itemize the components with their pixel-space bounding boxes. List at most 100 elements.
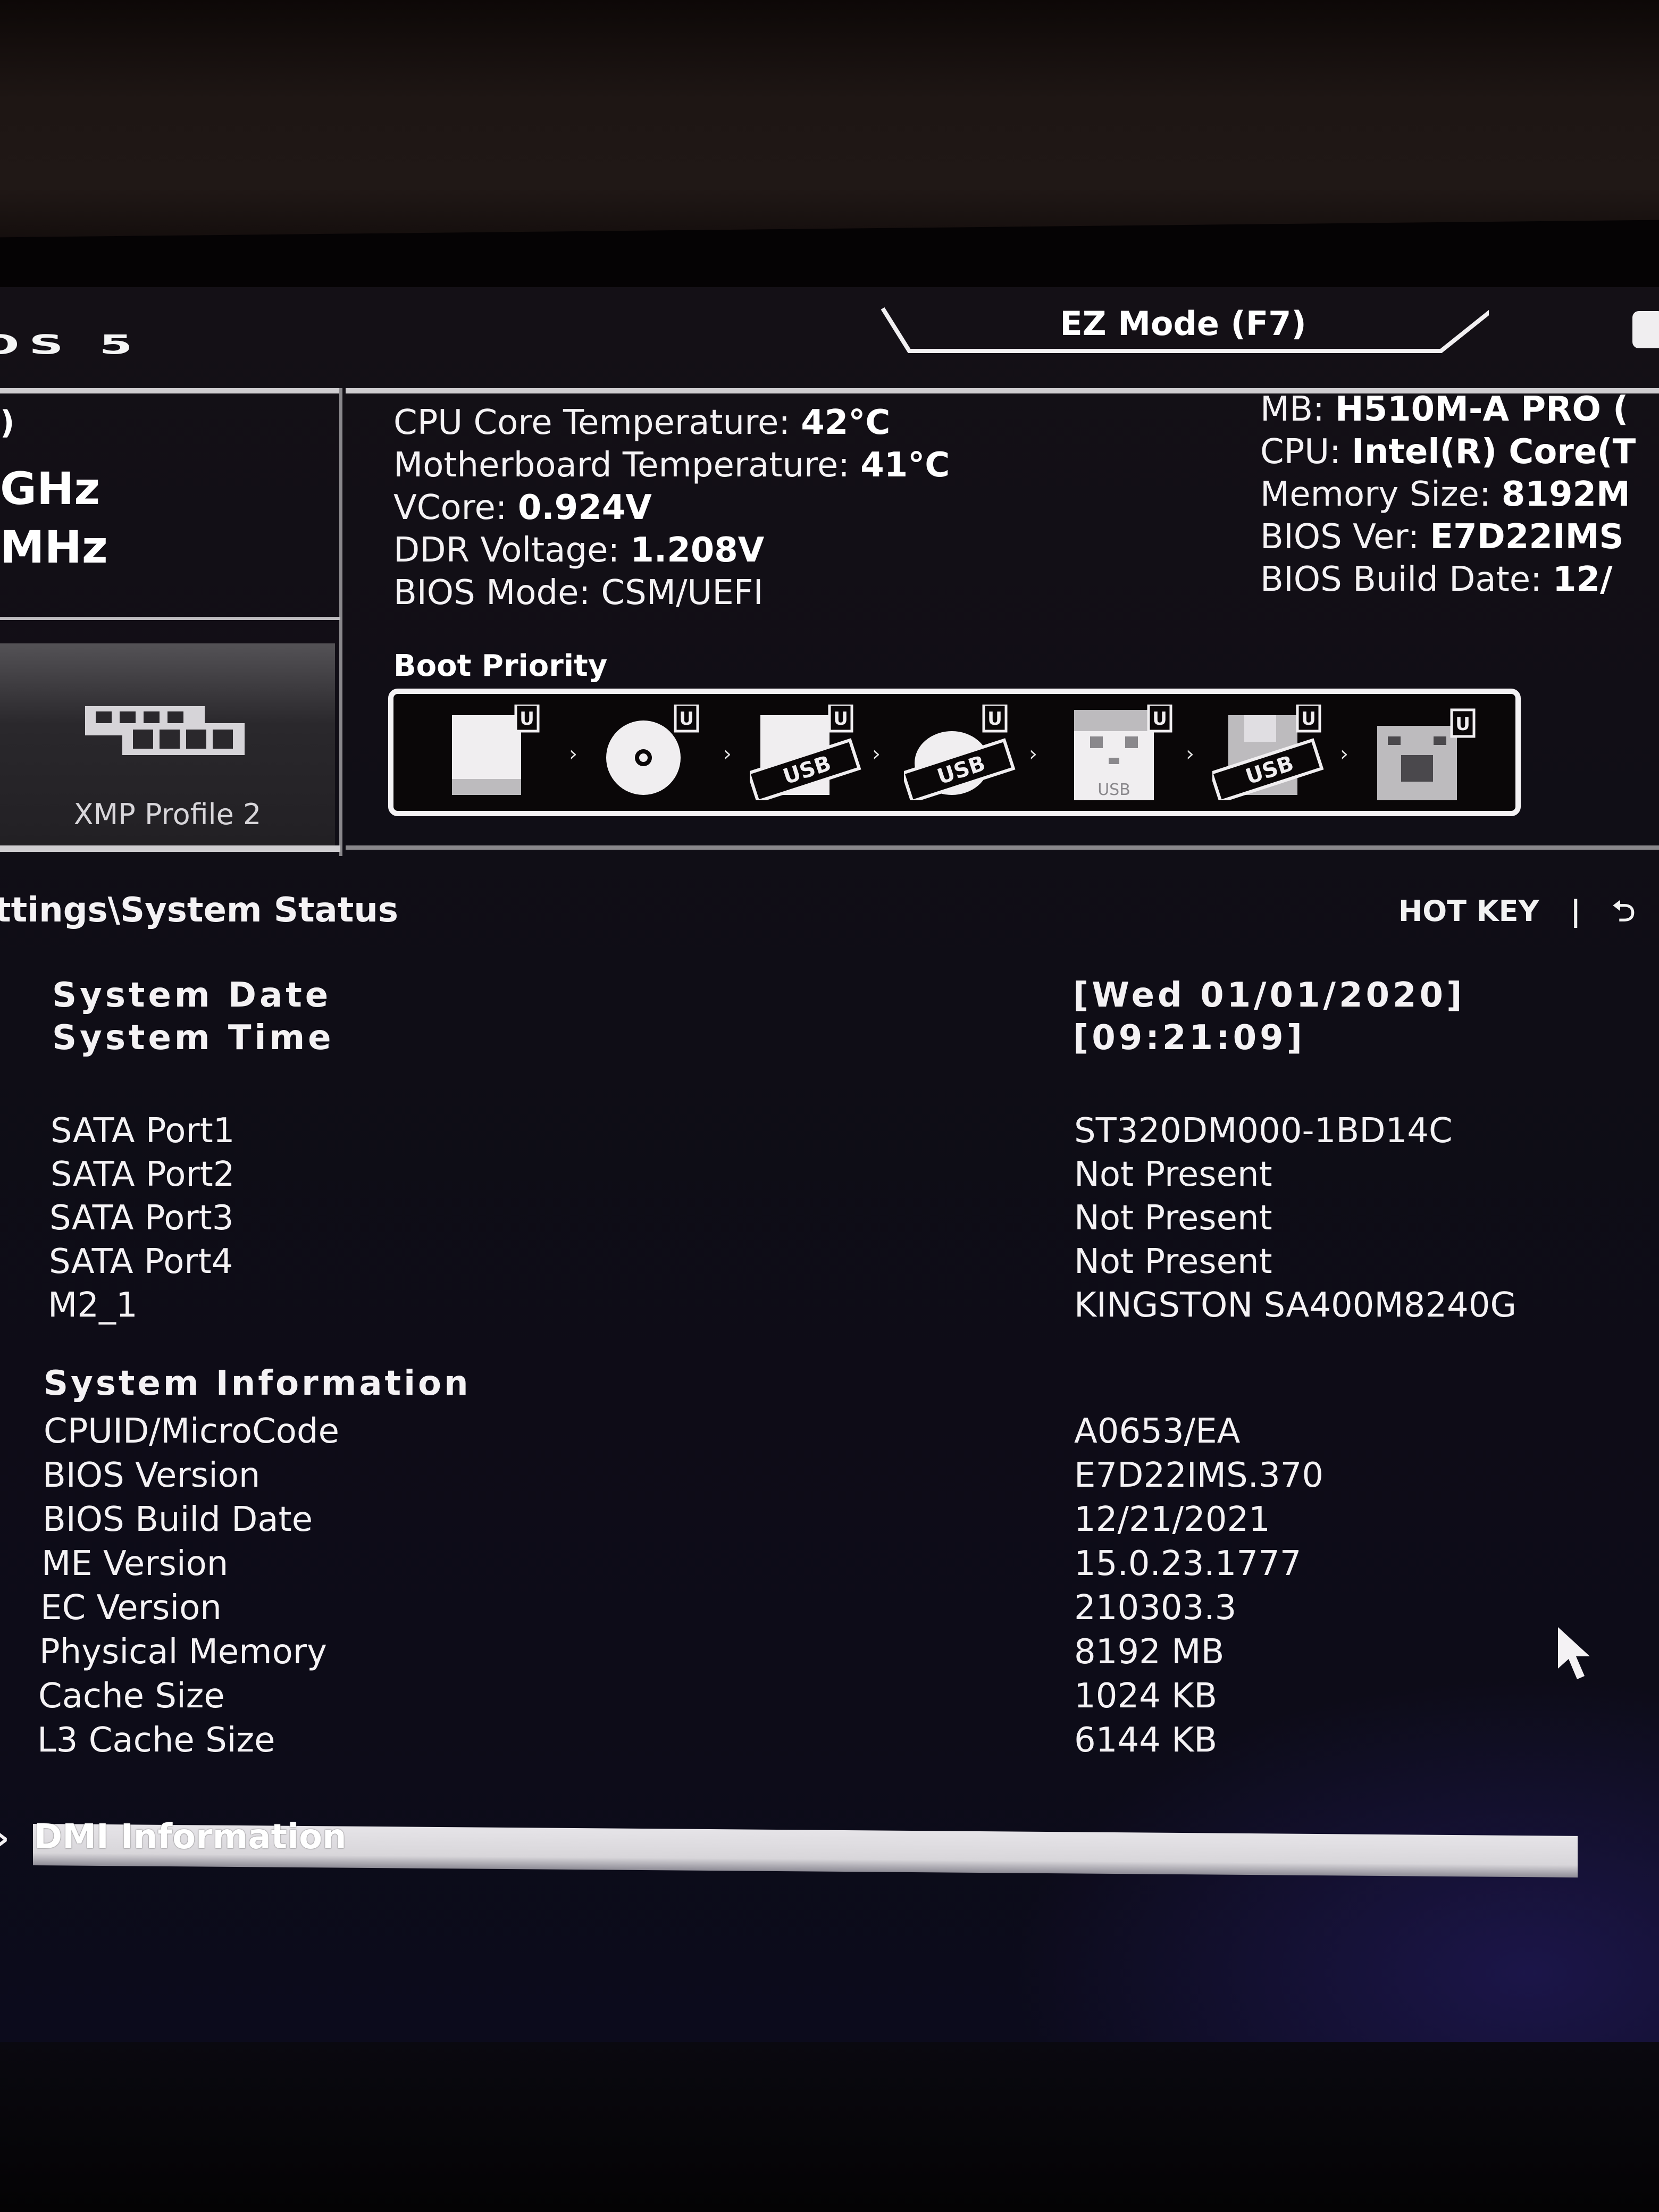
xmp-profile-button[interactable]: XMP Profile 2 <box>0 643 335 845</box>
storage-port-value: Not Present <box>1074 1242 1272 1281</box>
storage-port-label: SATA Port1 <box>51 1111 235 1151</box>
breadcrumb: ttings\System Status <box>0 891 398 930</box>
back-arrow-icon[interactable]: ⮌ <box>1612 894 1635 928</box>
hardware-monitor-summary: CPU Core Temperature: 42°C Motherboard T… <box>393 401 950 614</box>
sysinfo-label: EC Version <box>40 1588 222 1628</box>
divider <box>0 845 340 852</box>
storage-port-label: SATA Port2 <box>51 1155 235 1194</box>
sysinfo-label: Physical Memory <box>39 1632 327 1672</box>
sysinfo-label: BIOS Version <box>43 1456 261 1495</box>
svg-text:U: U <box>1152 708 1167 730</box>
sysinfo-label: Cache Size <box>38 1677 225 1716</box>
ddr-voltage: DDR Voltage: 1.208V <box>393 531 765 570</box>
memory-size: Memory Size: 8192M <box>1260 475 1630 514</box>
network-icon: U <box>1377 708 1476 800</box>
storage-port-label: SATA Port3 <box>49 1199 234 1238</box>
boot-priority-title: Boot Priority <box>393 649 608 683</box>
storage-port-label: M2_1 <box>48 1286 138 1325</box>
bios-version: BIOS Ver: E7D22IMS <box>1260 517 1624 557</box>
sysinfo-value: 210303.3 <box>1074 1588 1237 1628</box>
submenu-arrow-icon: › <box>0 1819 10 1857</box>
bios-mode: BIOS Mode: CSM/UEFI <box>393 573 764 613</box>
sysinfo-label: ME Version <box>41 1544 229 1583</box>
boot-order-arrow: › <box>1340 742 1348 766</box>
cpu-model: CPU: Intel(R) Core(T <box>1260 432 1636 472</box>
sysinfo-value: E7D22IMS.370 <box>1074 1456 1324 1495</box>
system-time-value[interactable]: [09:21:09] <box>1073 1018 1305 1058</box>
sysinfo-value: A0653/EA <box>1074 1412 1241 1451</box>
system-summary: MB: H510M-A PRO ( CPU: Intel(R) Core(T M… <box>1260 388 1636 601</box>
system-date-label: System Date <box>52 976 332 1015</box>
sysinfo-label: CPUID/MicroCode <box>44 1412 339 1451</box>
xmp-profile-label: XMP Profile 2 <box>73 798 262 831</box>
storage-port-value: Not Present <box>1074 1155 1272 1194</box>
boot-order-arrow: › <box>569 742 577 766</box>
top-right-button[interactable] <box>1632 311 1659 348</box>
boot-priority-bar: U › U › USB U › USB U › USB U › USB U › … <box>388 689 1521 816</box>
sysinfo-label: BIOS Build Date <box>43 1500 313 1539</box>
hotkey-bar: HOT KEY | ⮌ <box>1398 891 1656 940</box>
ddr-speed-unit: MHz <box>0 521 108 573</box>
boot-order-arrow: › <box>1029 742 1037 766</box>
svg-text:U: U <box>1301 708 1316 730</box>
svg-text:U: U <box>987 708 1002 730</box>
dmi-information-label[interactable]: DMI Information <box>34 1817 347 1857</box>
bios-logo: OS 5 <box>0 330 143 361</box>
divider <box>339 388 342 856</box>
boot-order-arrow: › <box>872 742 881 766</box>
bios-build-date: BIOS Build Date: 12/ <box>1260 560 1613 599</box>
boot-order-arrow: › <box>723 742 732 766</box>
sysinfo-value: 12/21/2021 <box>1074 1500 1270 1539</box>
motherboard-model: MB: H510M-A PRO ( <box>1260 390 1629 429</box>
system-information-title: System Information <box>44 1364 471 1403</box>
system-time-label: System Time <box>52 1018 334 1058</box>
vcore-voltage: VCore: 0.924V <box>393 488 652 527</box>
usb-floppy-icon: USB U <box>1209 703 1324 803</box>
speed-panel: ) GHz MHz XMP Profile 2 <box>0 388 342 856</box>
divider <box>346 845 1659 850</box>
boot-device-2[interactable]: U <box>601 703 707 800</box>
storage-port-value: Not Present <box>1074 1199 1272 1238</box>
divider <box>0 388 340 393</box>
memory-module-icon <box>85 706 245 755</box>
motherboard-temperature: Motherboard Temperature: 41°C <box>393 446 950 485</box>
usb-optical-disc-icon: USB U <box>901 703 1016 803</box>
hotkey-button[interactable]: HOT KEY <box>1398 894 1539 928</box>
cpu-core-temperature: CPU Core Temperature: 42°C <box>393 403 891 442</box>
optical-disc-icon: U <box>606 703 699 795</box>
system-date-value[interactable]: [Wed 01/01/2020] <box>1073 976 1465 1015</box>
sysinfo-value: 8192 MB <box>1074 1632 1225 1672</box>
mouse-cursor-icon <box>1558 1627 1590 1679</box>
boot-device-1[interactable]: U <box>447 703 553 800</box>
cpu-speed-label-fragment: ) <box>0 404 15 441</box>
hotkey-separator: | <box>1570 894 1581 928</box>
hard-drive-icon: U <box>452 703 540 795</box>
usb-key-icon: USB U <box>1074 703 1172 800</box>
svg-text:U: U <box>679 708 694 730</box>
cpu-speed-unit: GHz <box>0 463 100 515</box>
storage-port-label: SATA Port4 <box>49 1242 233 1281</box>
svg-text:U: U <box>833 708 848 730</box>
boot-device-4[interactable]: USB U <box>901 703 1016 803</box>
svg-text:U: U <box>520 708 534 730</box>
sysinfo-value: 6144 KB <box>1074 1721 1218 1760</box>
ez-mode-label: EZ Mode (F7) <box>1060 304 1306 343</box>
sysinfo-value: 1024 KB <box>1074 1677 1218 1716</box>
storage-port-value: KINGSTON SA400M8240G <box>1074 1286 1517 1325</box>
ez-mode-button[interactable]: EZ Mode (F7) <box>877 298 1489 356</box>
boot-device-3[interactable]: USB U <box>747 703 861 803</box>
boot-device-6[interactable]: USB U <box>1209 703 1324 803</box>
background-wall <box>0 0 1659 250</box>
usb-hard-drive-icon: USB U <box>747 703 861 803</box>
boot-device-5[interactable]: USB U <box>1058 703 1172 800</box>
info-panel: CPU Core Temperature: 42°C Motherboard T… <box>346 388 1659 856</box>
boot-order-arrow: › <box>1186 742 1194 766</box>
sysinfo-value: 15.0.23.1777 <box>1074 1544 1302 1583</box>
svg-text:USB: USB <box>1097 781 1130 799</box>
divider <box>0 617 340 620</box>
sysinfo-label: L3 Cache Size <box>37 1721 275 1760</box>
monitor-bezel-bottom <box>0 2042 1659 2212</box>
svg-text:U: U <box>1455 714 1470 735</box>
storage-port-value: ST320DM000-1BD14C <box>1074 1111 1453 1151</box>
boot-device-7[interactable]: U <box>1367 705 1476 800</box>
